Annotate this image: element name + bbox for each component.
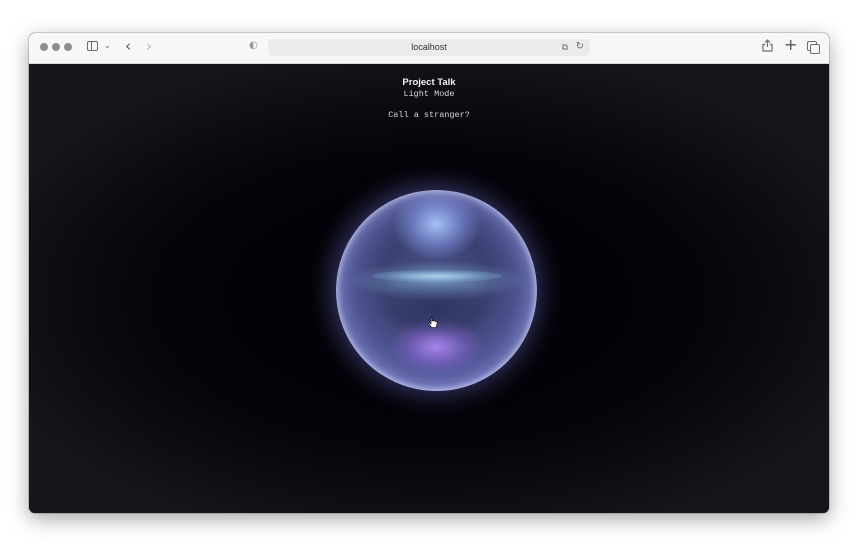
zoom-window-button[interactable] [64, 43, 72, 51]
window-controls [40, 43, 72, 51]
address-text: localhost [411, 42, 447, 52]
browser-toolbar: ⌄ ‹ › ◐ localhost ⧉ ↻ + [29, 33, 829, 64]
chevron-down-icon[interactable]: ⌄ [104, 42, 111, 50]
translate-icon[interactable]: ⧉ [562, 42, 568, 53]
reload-icon[interactable]: ↻ [576, 41, 584, 52]
tabs-overview-icon[interactable] [807, 41, 820, 54]
share-icon[interactable] [762, 39, 773, 55]
back-icon[interactable]: ‹ [125, 39, 131, 54]
browser-window: ⌄ ‹ › ◐ localhost ⧉ ↻ + Project Talk Lig… [29, 33, 829, 513]
new-tab-icon[interactable]: + [784, 37, 797, 53]
sidebar-icon[interactable] [87, 41, 98, 51]
orb-rim [336, 190, 537, 391]
call-prompt: Call a stranger? [388, 110, 470, 120]
address-bar[interactable]: localhost ⧉ ↻ [268, 39, 590, 56]
hand-pointer-icon [428, 317, 438, 328]
call-orb-button[interactable] [336, 190, 537, 391]
page-content: Project Talk Light Mode Call a stranger? [29, 64, 829, 513]
mode-toggle[interactable]: Light Mode [29, 89, 829, 99]
close-window-button[interactable] [40, 43, 48, 51]
shield-icon[interactable]: ◐ [249, 41, 258, 51]
share-icon-glyph [762, 39, 773, 52]
page-title: Project Talk [402, 77, 456, 88]
forward-icon[interactable]: › [146, 39, 152, 54]
minimize-window-button[interactable] [52, 43, 60, 51]
